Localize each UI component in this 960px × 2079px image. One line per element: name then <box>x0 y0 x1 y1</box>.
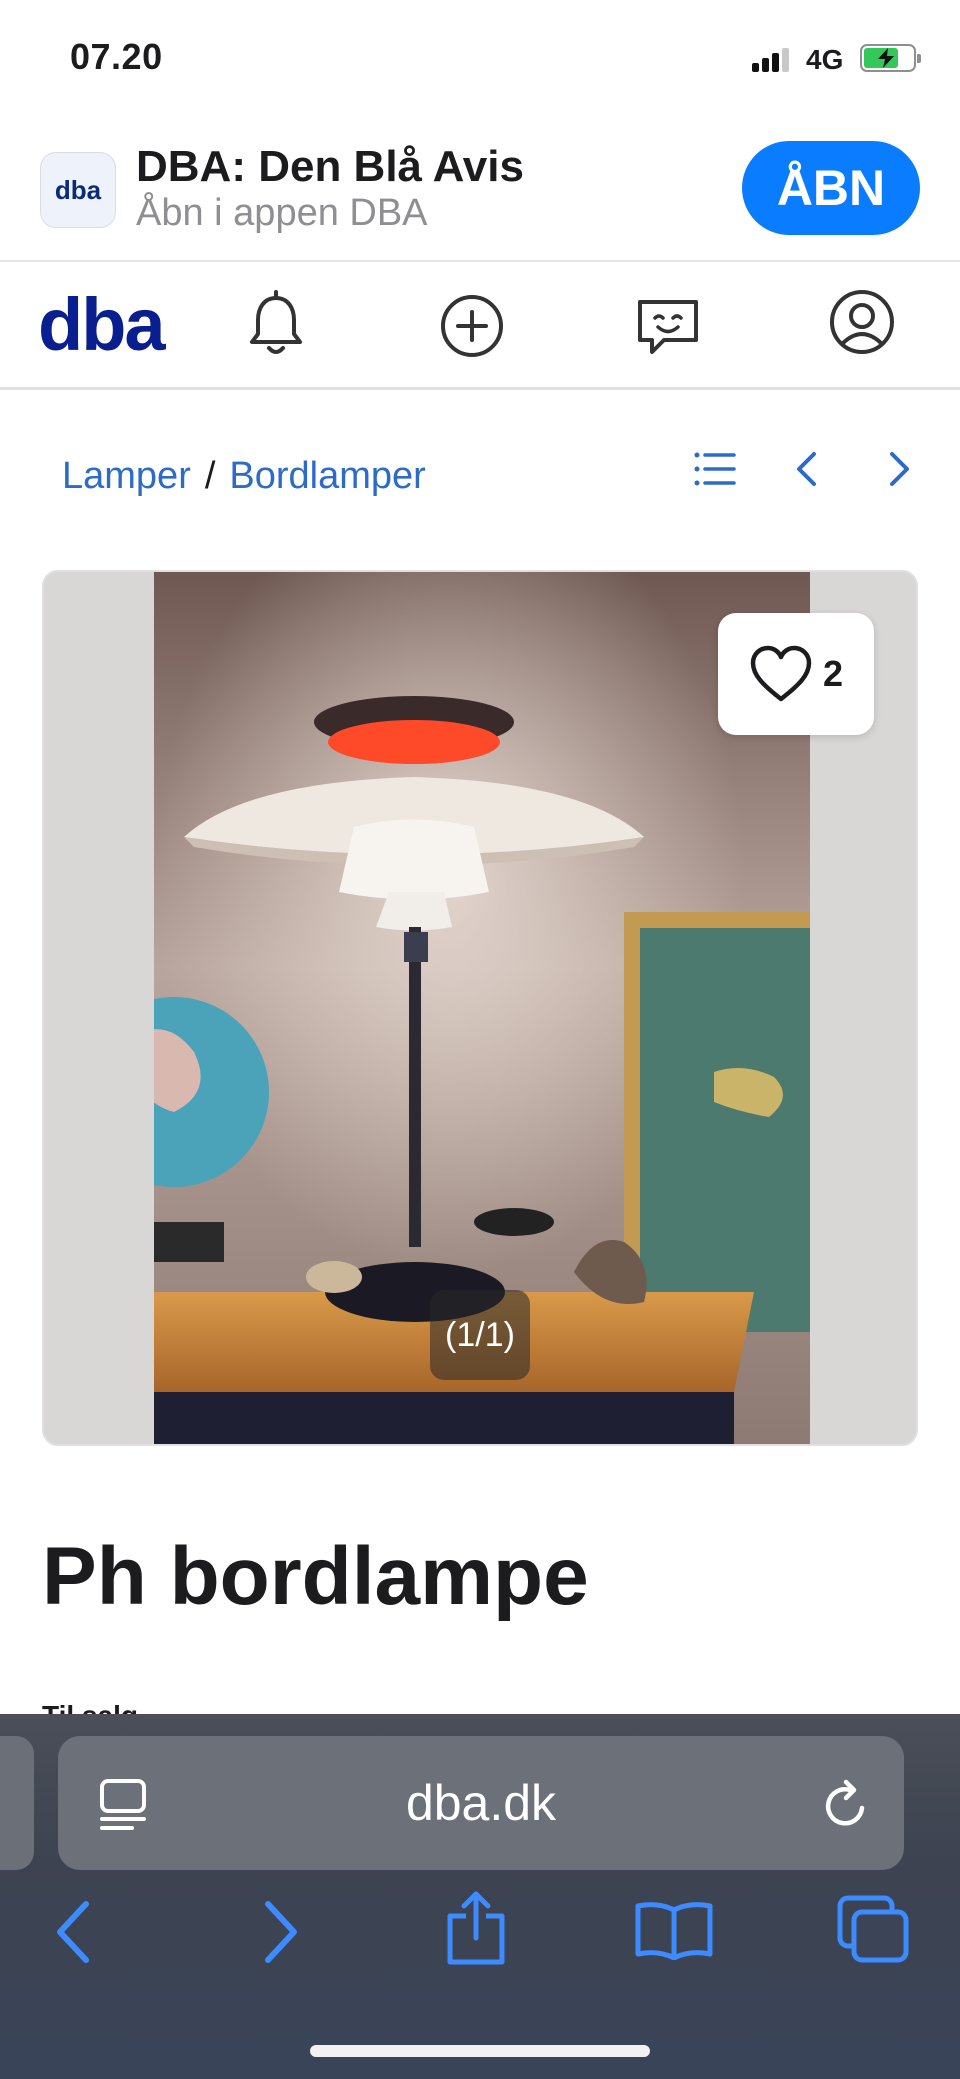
network-label: 4G <box>806 44 844 75</box>
listing-title: Ph bordlampe <box>42 1531 589 1622</box>
breadcrumb-lamper[interactable]: Lamper <box>62 455 191 497</box>
previous-tab-preview[interactable] <box>0 1736 34 1870</box>
app-banner: dba DBA: Den Blå Avis Åbn i appen DBA ÅB… <box>0 120 960 262</box>
signal-icon <box>752 46 792 72</box>
previous-listing-icon[interactable] <box>784 446 830 492</box>
address-bar[interactable]: dba.dk <box>58 1736 904 1870</box>
status-bar: 07.20 4G <box>0 0 960 120</box>
favorite-count: 2 <box>822 653 844 694</box>
image-counter: (1/1) <box>430 1290 530 1380</box>
home-indicator[interactable] <box>310 2045 650 2057</box>
bell-icon[interactable] <box>236 286 316 366</box>
site-header: dba <box>0 262 960 390</box>
chat-smile-icon[interactable] <box>628 286 708 366</box>
banner-subtitle: Åbn i appen DBA <box>136 192 428 234</box>
forward-icon[interactable] <box>258 1900 302 1964</box>
open-app-button[interactable]: ÅBN <box>742 141 920 235</box>
url-text[interactable]: dba.dk <box>58 1774 904 1832</box>
next-listing-icon[interactable] <box>876 446 922 492</box>
app-icon[interactable]: dba <box>40 152 116 228</box>
profile-icon[interactable] <box>822 282 902 362</box>
favorite-button[interactable]: 2 <box>718 613 874 735</box>
browser-toolbar: dba.dk <box>0 1714 960 2079</box>
bookmarks-icon[interactable] <box>634 1900 714 1960</box>
breadcrumb-separator: / <box>204 455 216 497</box>
back-icon[interactable] <box>52 1900 96 1964</box>
dba-logo[interactable]: dba <box>38 282 166 367</box>
plus-circle-icon[interactable] <box>432 286 512 366</box>
heart-icon <box>750 645 812 702</box>
breadcrumb: Lamper / Bordlamper <box>62 455 426 498</box>
list-view-icon[interactable] <box>692 446 738 492</box>
tabs-icon[interactable] <box>836 1894 910 1964</box>
breadcrumb-bordlamper[interactable]: Bordlamper <box>229 455 425 497</box>
reload-icon[interactable] <box>820 1778 872 1832</box>
status-time: 07.20 <box>70 36 163 77</box>
battery-icon <box>860 44 921 72</box>
share-icon[interactable] <box>444 1890 508 1966</box>
banner-title: DBA: Den Blå Avis <box>136 142 524 191</box>
